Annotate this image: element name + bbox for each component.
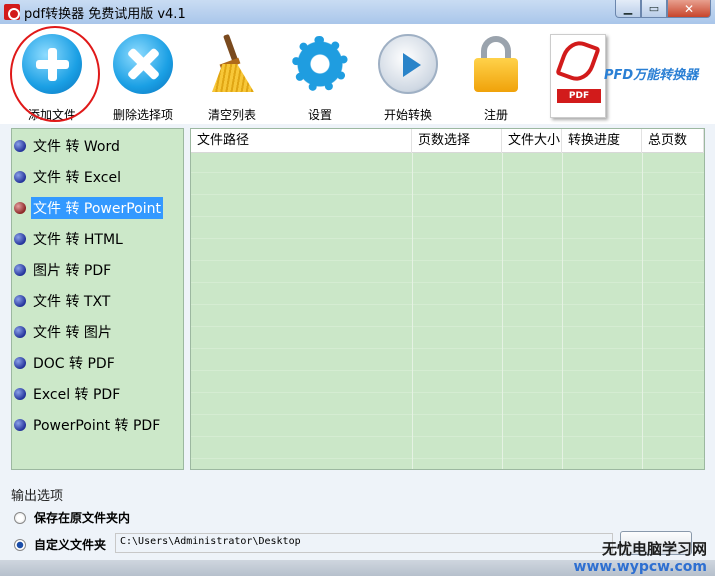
register-button[interactable]: 注册 bbox=[450, 34, 542, 123]
add-icon bbox=[22, 34, 82, 94]
acrobat-swirl-icon bbox=[555, 36, 601, 86]
delete-selected-label: 删除选择项 bbox=[112, 108, 173, 122]
maximize-button[interactable]: ▭ bbox=[641, 0, 667, 18]
add-file-button[interactable]: 添加文件 bbox=[6, 34, 98, 123]
window-title: pdf转换器 免费试用版 v4.1 bbox=[24, 6, 186, 22]
settings-label: 设置 bbox=[307, 108, 332, 122]
title-bar: pdf转换器 免费试用版 v4.1 ▁ ▭ ✕ bbox=[0, 0, 715, 24]
close-icon: ✕ bbox=[683, 1, 695, 16]
pdf-logo-tag: PDF bbox=[557, 89, 601, 103]
watermark-line1: 无忧电脑学习网 bbox=[601, 540, 707, 558]
column-divider bbox=[502, 153, 503, 469]
radio-original[interactable] bbox=[14, 511, 26, 524]
watermark-line2: www.wypcw.com bbox=[573, 559, 707, 575]
delete-selected-button[interactable]: 删除选择项 bbox=[97, 34, 189, 123]
column-header-progress[interactable]: 转换进度 bbox=[562, 129, 642, 153]
table-header: 文件路径 页数选择 文件大小 转换进度 总页数 bbox=[191, 129, 704, 153]
minimize-button[interactable]: ▁ bbox=[615, 0, 641, 18]
column-header-pages[interactable]: 页数选择 bbox=[412, 129, 502, 153]
bullet-icon bbox=[14, 326, 26, 338]
save-original-option[interactable]: 保存在原文件夹内 bbox=[14, 509, 130, 526]
list-item-selected[interactable]: 文件 转 PowerPoint bbox=[14, 197, 163, 219]
bullet-icon bbox=[14, 171, 26, 183]
list-item[interactable]: 文件 转 Word bbox=[14, 135, 122, 157]
maximize-icon: ▭ bbox=[648, 2, 660, 15]
conversion-type-list: 文件 转 Word 文件 转 Excel 文件 转 PowerPoint 文件 … bbox=[11, 128, 184, 470]
settings-button[interactable]: 设置 bbox=[274, 34, 366, 123]
pdf-logo: PDF bbox=[550, 34, 606, 118]
radio-custom[interactable] bbox=[14, 538, 26, 551]
list-item[interactable]: 文件 转 Excel bbox=[14, 166, 123, 188]
bullet-icon bbox=[14, 388, 26, 400]
add-file-label: 添加文件 bbox=[27, 108, 76, 122]
clear-list-button[interactable]: 清空列表 bbox=[186, 33, 278, 123]
broom-icon bbox=[202, 33, 262, 94]
column-header-size[interactable]: 文件大小 bbox=[502, 129, 562, 153]
bullet-icon bbox=[14, 264, 26, 276]
output-options-title: 输出选项 bbox=[11, 489, 64, 504]
close-button[interactable]: ✕ bbox=[667, 0, 711, 18]
list-item[interactable]: Excel 转 PDF bbox=[14, 383, 122, 405]
save-original-label: 保存在原文件夹内 bbox=[34, 511, 131, 525]
file-table[interactable]: 文件路径 页数选择 文件大小 转换进度 总页数 bbox=[190, 128, 705, 470]
bullet-icon bbox=[14, 419, 26, 431]
start-convert-label: 开始转换 bbox=[383, 108, 432, 122]
column-divider bbox=[562, 153, 563, 469]
clear-list-label: 清空列表 bbox=[207, 108, 256, 122]
column-divider bbox=[642, 153, 643, 469]
toolbar: 添加文件 删除选择项 清空列表 设置 开始转换 注册 PDF PFD万能转换器 bbox=[0, 24, 715, 124]
start-convert-button[interactable]: 开始转换 bbox=[362, 34, 454, 123]
custom-folder-label: 自定义文件夹 bbox=[34, 538, 107, 552]
output-path-input[interactable]: C:\Users\Administrator\Desktop bbox=[115, 533, 613, 553]
minimize-icon: ▁ bbox=[623, 2, 633, 15]
delete-icon bbox=[113, 34, 173, 94]
window-controls: ▁ ▭ ✕ bbox=[615, 0, 711, 18]
bullet-icon bbox=[14, 140, 26, 152]
list-item[interactable]: 图片 转 PDF bbox=[14, 259, 113, 281]
play-icon bbox=[378, 34, 438, 94]
list-item[interactable]: 文件 转 HTML bbox=[14, 228, 125, 250]
column-divider bbox=[412, 153, 413, 469]
list-item[interactable]: DOC 转 PDF bbox=[14, 352, 117, 374]
gear-icon bbox=[290, 34, 350, 94]
bullet-icon bbox=[14, 357, 26, 369]
custom-folder-option[interactable]: 自定义文件夹 bbox=[14, 536, 106, 553]
list-item[interactable]: PowerPoint 转 PDF bbox=[14, 414, 162, 436]
bullet-icon bbox=[14, 295, 26, 307]
list-item[interactable]: 文件 转 TXT bbox=[14, 290, 112, 312]
watermark: 无忧电脑学习网 www.wypcw.com bbox=[574, 538, 707, 575]
bullet-icon bbox=[14, 233, 26, 245]
column-header-total-pages[interactable]: 总页数 bbox=[642, 129, 704, 153]
brand-name: PFD万能转换器 bbox=[604, 68, 699, 83]
bullet-icon bbox=[14, 202, 26, 214]
column-header-path[interactable]: 文件路径 bbox=[191, 129, 412, 153]
register-label: 注册 bbox=[483, 108, 508, 122]
app-icon bbox=[4, 4, 20, 20]
lock-icon bbox=[466, 34, 526, 94]
list-item[interactable]: 文件 转 图片 bbox=[14, 321, 114, 343]
